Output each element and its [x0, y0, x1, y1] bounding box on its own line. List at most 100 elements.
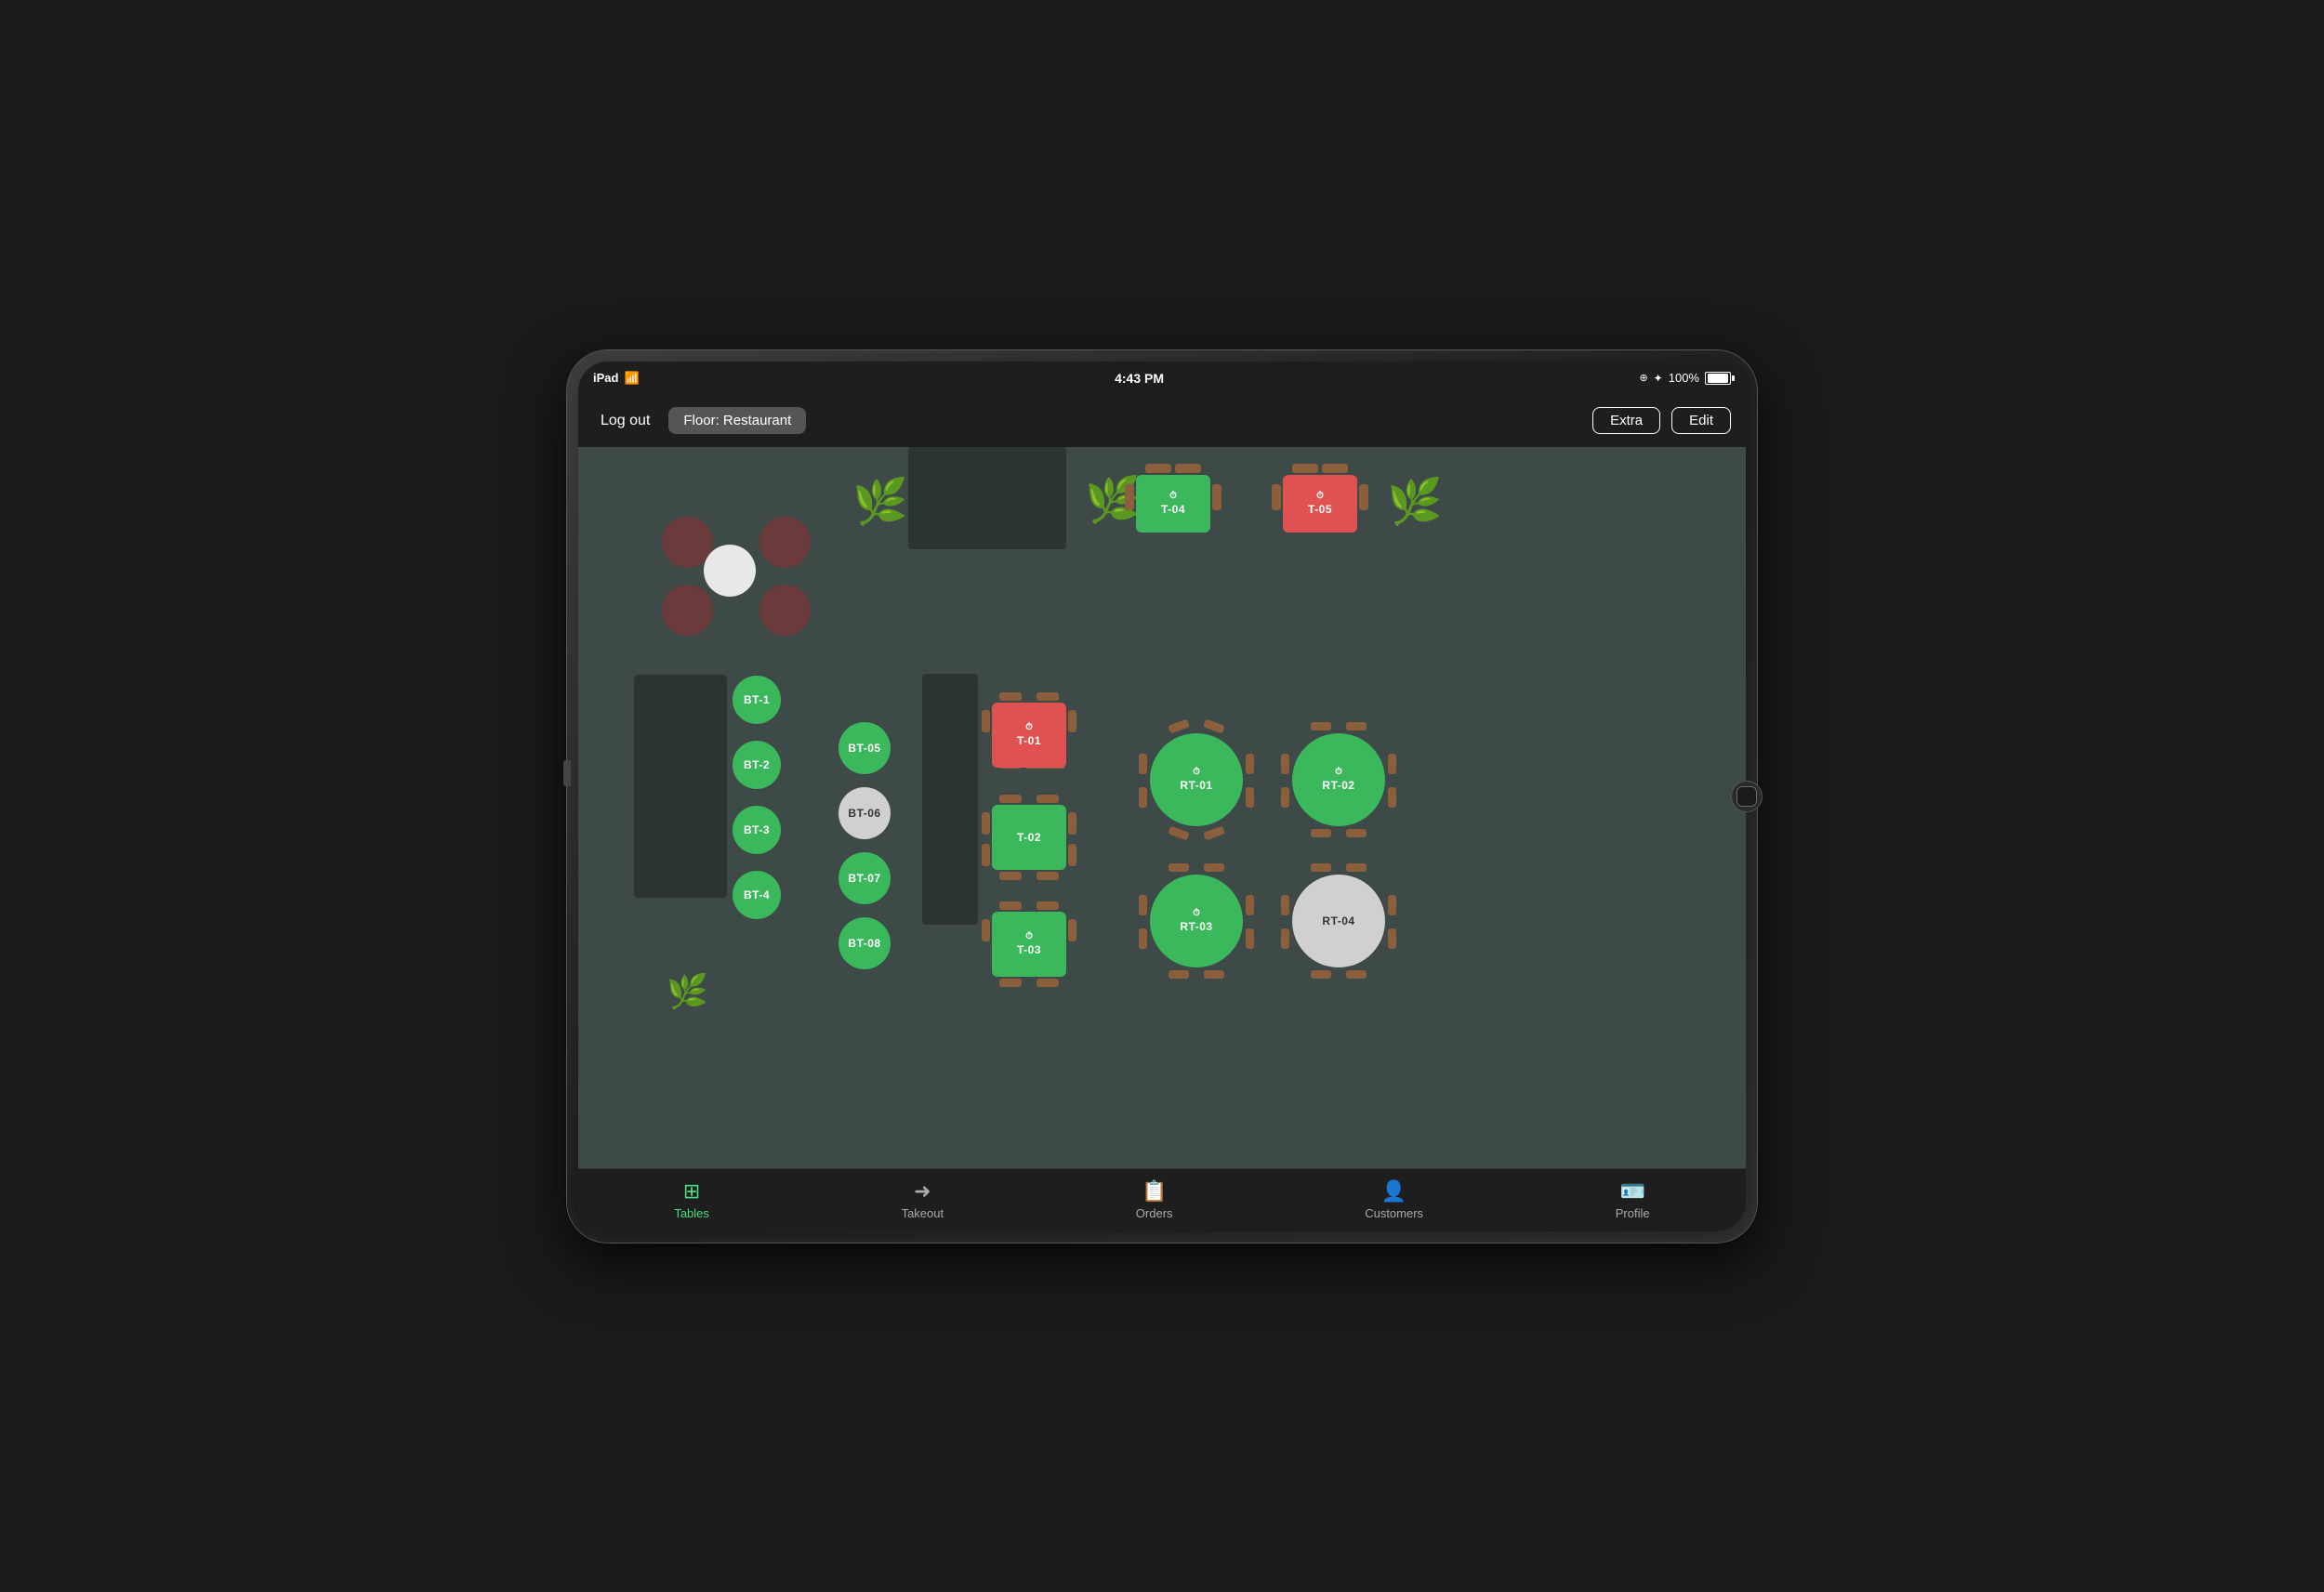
lounge-table [704, 545, 756, 597]
status-left: iPad 📶 [593, 371, 640, 386]
nav-tables-label: Tables [674, 1206, 709, 1220]
plant-4: 🌿 [667, 972, 708, 1011]
chair [1292, 464, 1318, 473]
chair [1068, 919, 1076, 941]
table-T-04[interactable]: ⏱ T-04 [1136, 475, 1210, 533]
chair [1139, 895, 1147, 915]
chair [1204, 970, 1224, 979]
chair [1246, 928, 1254, 949]
chair [1168, 825, 1190, 840]
table-RT-04[interactable]: RT-04 [1292, 875, 1385, 967]
logout-button[interactable]: Log out [593, 409, 657, 433]
status-right: ⊕ ✦ 100% [1639, 371, 1731, 385]
chair [1037, 901, 1059, 910]
chair [1169, 970, 1189, 979]
chair [1311, 722, 1331, 730]
chair [1281, 895, 1289, 915]
table-BT-07[interactable]: BT-07 [838, 852, 891, 904]
nav-customers[interactable]: 👤 Customers [1342, 1176, 1446, 1224]
nav-takeout-label: Takeout [902, 1206, 944, 1220]
chair [1311, 863, 1331, 872]
table-RT-03[interactable]: ⏱ RT-03 [1150, 875, 1243, 967]
table-T-02[interactable]: T-02 [992, 805, 1066, 870]
table-RT-01[interactable]: ⏱ RT-01 [1150, 733, 1243, 826]
table-T-05-area: ⏱ T-05 [1283, 475, 1357, 533]
clock-icon-RT-01: ⏱ [1193, 767, 1200, 777]
chair [982, 844, 990, 866]
chair [1311, 970, 1331, 979]
table-BT-08[interactable]: BT-08 [838, 917, 891, 969]
floor-selector[interactable]: Floor: Restaurant [668, 407, 806, 434]
table-T-03-area: ⏱ T-03 [992, 912, 1066, 977]
side-button [563, 760, 571, 786]
ipad-device: iPad 📶 4:43 PM ⊕ ✦ 100% Log out Floor: R… [567, 350, 1757, 1243]
chair [982, 812, 990, 835]
extra-button[interactable]: Extra [1592, 407, 1660, 434]
bluetooth-icon: ✦ [1654, 372, 1663, 385]
table-BT-06[interactable]: BT-06 [838, 787, 891, 839]
wifi-icon: 📶 [624, 371, 639, 386]
nav-profile[interactable]: 🪪 Profile [1593, 1176, 1672, 1224]
floor-area: 🌿 🌿 🌿 🌿 ⏱ T-04 [578, 447, 1746, 1168]
chair [1068, 710, 1076, 732]
table-T-01[interactable]: ⏱ T-01 [992, 703, 1066, 768]
chair [999, 901, 1022, 910]
nav-tables[interactable]: ⊞ Tables [652, 1176, 732, 1224]
chair [1272, 484, 1281, 510]
wall-rect-1 [908, 447, 1066, 549]
chair [1125, 484, 1134, 510]
home-button[interactable] [1731, 781, 1763, 812]
clock-icon-RT-02: ⏱ [1335, 767, 1342, 777]
table-BT-4[interactable]: BT-4 [733, 871, 781, 919]
status-time: 4:43 PM [1115, 371, 1164, 386]
chair [1281, 787, 1289, 808]
orders-icon: 📋 [1142, 1179, 1167, 1204]
table-BT-2[interactable]: BT-2 [733, 741, 781, 789]
chair [1246, 754, 1254, 774]
battery-icon [1705, 372, 1731, 385]
device-name: iPad [593, 371, 618, 385]
chair [1168, 718, 1190, 733]
profile-icon: 🪪 [1619, 1179, 1644, 1204]
nav-orders[interactable]: 📋 Orders [1114, 1176, 1195, 1224]
chair [1204, 863, 1224, 872]
table-T-04-area: ⏱ T-04 [1136, 475, 1210, 533]
chair [1281, 754, 1289, 774]
table-T-03[interactable]: ⏱ T-03 [992, 912, 1066, 977]
chair [982, 710, 990, 732]
nav-profile-label: Profile [1616, 1206, 1650, 1220]
chair [1246, 895, 1254, 915]
chair [1346, 970, 1367, 979]
chair [982, 919, 990, 941]
table-BT-3[interactable]: BT-3 [733, 806, 781, 854]
nav-takeout[interactable]: ➜ Takeout [879, 1176, 967, 1224]
table-T-05[interactable]: ⏱ T-05 [1283, 475, 1357, 533]
table-RT-02[interactable]: ⏱ RT-02 [1292, 733, 1385, 826]
table-T-01-area: ⏱ T-01 [992, 703, 1066, 768]
chair [1145, 464, 1171, 473]
chair [999, 692, 1022, 701]
chair [1037, 979, 1059, 987]
battery-pct: 100% [1669, 371, 1699, 385]
table-T-02-area: T-02 [992, 805, 1066, 870]
edit-button[interactable]: Edit [1671, 407, 1731, 434]
couch-4 [759, 585, 811, 636]
chair [1139, 754, 1147, 774]
chair [999, 979, 1022, 987]
clock-icon-RT-03: ⏱ [1193, 908, 1200, 918]
wall-rect-3 [922, 674, 978, 925]
clock-icon-T-03: ⏱ [1025, 931, 1033, 941]
chair [1346, 863, 1367, 872]
table-RT-01-area: ⏱ RT-01 [1150, 733, 1243, 826]
chair [1068, 812, 1076, 835]
customers-icon: 👤 [1381, 1179, 1406, 1204]
chair [1359, 484, 1368, 510]
chair [1281, 928, 1289, 949]
table-RT-02-area: ⏱ RT-02 [1292, 733, 1385, 826]
table-BT-1[interactable]: BT-1 [733, 676, 781, 724]
location-icon: ⊕ [1639, 372, 1647, 384]
table-BT-05[interactable]: BT-05 [838, 722, 891, 774]
chair [1175, 464, 1201, 473]
nav-customers-label: Customers [1365, 1206, 1423, 1220]
plant-1: 🌿 [852, 475, 908, 528]
